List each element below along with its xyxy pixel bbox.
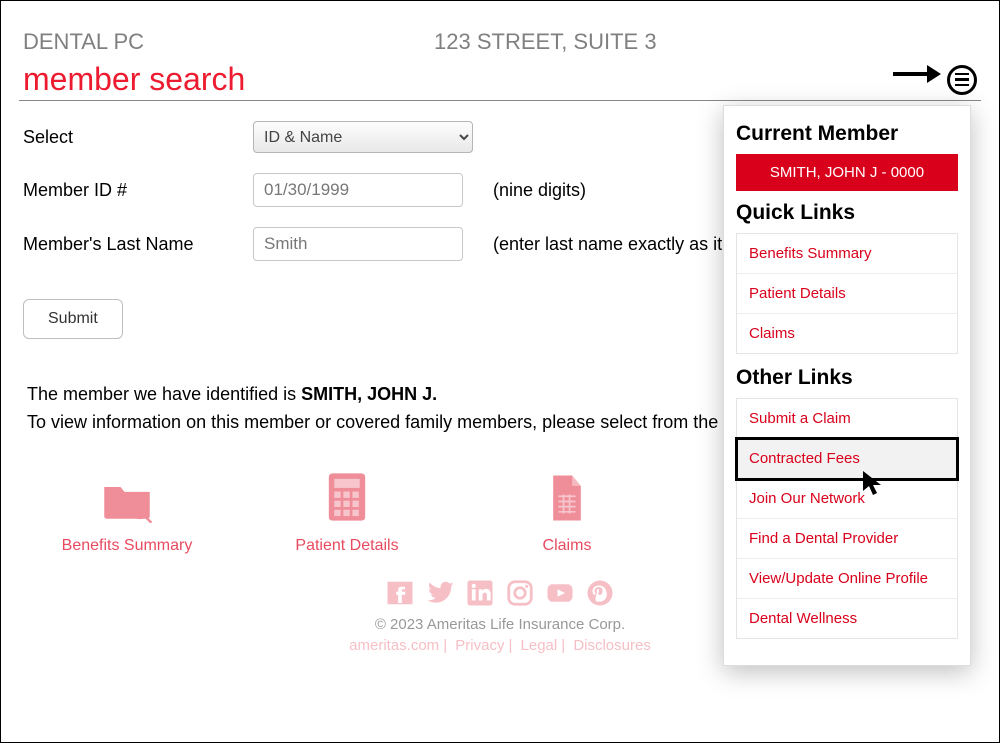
document-icon: [497, 467, 637, 523]
facebook-icon[interactable]: [385, 578, 415, 608]
folder-search-icon: [57, 467, 197, 523]
card-benefits-summary[interactable]: Benefits Summary: [57, 467, 197, 555]
label-last-name: Member's Last Name: [23, 234, 253, 255]
other-link-contracted-fees-label: Contracted Fees: [749, 450, 860, 467]
quick-link-claims[interactable]: Claims: [737, 314, 957, 353]
arrow-right-icon: [891, 63, 941, 85]
practice-address: 123 STREET, SUITE 3: [434, 29, 657, 55]
title-row: member search: [19, 55, 981, 101]
app-window: DENTAL PC 123 STREET, SUITE 3 member sea…: [0, 0, 1000, 743]
label-select: Select: [23, 127, 253, 148]
calculator-icon: [277, 467, 417, 523]
practice-name: DENTAL PC: [19, 29, 144, 55]
youtube-icon[interactable]: [545, 578, 575, 608]
other-link-contracted-fees[interactable]: Contracted Fees: [737, 439, 957, 479]
footer-link-privacy[interactable]: Privacy: [455, 637, 504, 654]
quick-link-benefits[interactable]: Benefits Summary: [737, 234, 957, 274]
other-links-list: Submit a Claim Contracted Fees Join Our …: [736, 398, 958, 639]
panel-other-h: Other Links: [736, 366, 958, 390]
card-patient-details[interactable]: Patient Details: [277, 467, 417, 555]
input-member-id[interactable]: [253, 173, 463, 207]
other-link-join-network[interactable]: Join Our Network: [737, 479, 957, 519]
card-claims-label: Claims: [497, 537, 637, 555]
card-claims[interactable]: Claims: [497, 467, 637, 555]
other-link-dental-wellness[interactable]: Dental Wellness: [737, 599, 957, 638]
panel-quick-h: Quick Links: [736, 201, 958, 225]
other-link-view-update-profile[interactable]: View/Update Online Profile: [737, 559, 957, 599]
app-inner: DENTAL PC 123 STREET, SUITE 3 member sea…: [19, 19, 981, 724]
card-benefits-label: Benefits Summary: [57, 537, 197, 555]
quick-link-patient[interactable]: Patient Details: [737, 274, 957, 314]
pinterest-icon[interactable]: [585, 578, 615, 608]
linkedin-icon[interactable]: [465, 578, 495, 608]
header-row: DENTAL PC 123 STREET, SUITE 3: [19, 19, 981, 55]
panel-current-member-h: Current Member: [736, 122, 958, 146]
footer-link-legal[interactable]: Legal: [521, 637, 558, 654]
member-badge[interactable]: SMITH, JOHN J - 0000: [736, 154, 958, 191]
hint-member-id: (nine digits): [473, 180, 586, 201]
footer-link-site[interactable]: ameritas.com: [349, 637, 439, 654]
submit-button[interactable]: Submit: [23, 299, 123, 339]
hint-last-name: (enter last name exactly as it a: [473, 234, 737, 255]
result-member-name: SMITH, JOHN J.: [301, 384, 437, 404]
instagram-icon[interactable]: [505, 578, 535, 608]
select-id-name[interactable]: ID & Name: [253, 121, 473, 153]
footer-link-disclosures[interactable]: Disclosures: [573, 637, 651, 654]
input-last-name[interactable]: [253, 227, 463, 261]
other-link-submit-claim[interactable]: Submit a Claim: [737, 399, 957, 439]
result-prefix: The member we have identified is: [27, 384, 301, 404]
quick-links-list: Benefits Summary Patient Details Claims: [736, 233, 958, 354]
other-link-find-provider[interactable]: Find a Dental Provider: [737, 519, 957, 559]
twitter-icon[interactable]: [425, 578, 455, 608]
card-patient-label: Patient Details: [277, 537, 417, 555]
page-title: member search: [19, 61, 245, 98]
label-member-id: Member ID #: [23, 180, 253, 201]
side-panel: Current Member SMITH, JOHN J - 0000 Quic…: [723, 105, 971, 666]
menu-icon[interactable]: [947, 65, 977, 95]
